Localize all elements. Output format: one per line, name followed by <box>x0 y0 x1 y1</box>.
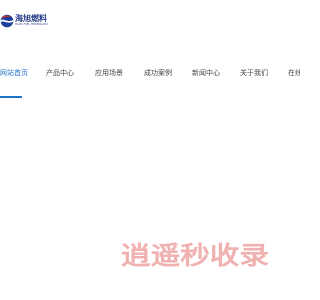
logo-text: 海旭燃料 HAIXU FUEL TECHNOLOGY <box>15 15 48 27</box>
nav-item-about[interactable]: 关于我们 <box>240 66 268 80</box>
watermark: 逍遥秒收录 <box>121 241 269 269</box>
logo-icon <box>0 14 14 28</box>
nav-item-online[interactable]: 在线 <box>288 66 300 80</box>
logo-name-en: HAIXU FUEL TECHNOLOGY <box>15 23 48 27</box>
site-logo[interactable]: 海旭燃料 HAIXU FUEL TECHNOLOGY <box>0 11 48 31</box>
nav-active-indicator <box>0 96 22 98</box>
nav-item-news[interactable]: 新闻中心 <box>192 66 220 80</box>
page: 海旭燃料 HAIXU FUEL TECHNOLOGY 网站首页 产品中心 应用场… <box>0 0 300 300</box>
nav-item-home[interactable]: 网站首页 <box>0 66 28 80</box>
nav-item-scenarios[interactable]: 应用场景 <box>95 66 123 80</box>
watermark-text: 逍遥秒收录 <box>121 241 269 269</box>
nav-item-cases[interactable]: 成功案例 <box>144 66 172 80</box>
nav-item-products[interactable]: 产品中心 <box>46 66 74 80</box>
main-nav: 网站首页 产品中心 应用场景 成功案例 新闻中心 关于我们 在线 <box>0 66 300 80</box>
